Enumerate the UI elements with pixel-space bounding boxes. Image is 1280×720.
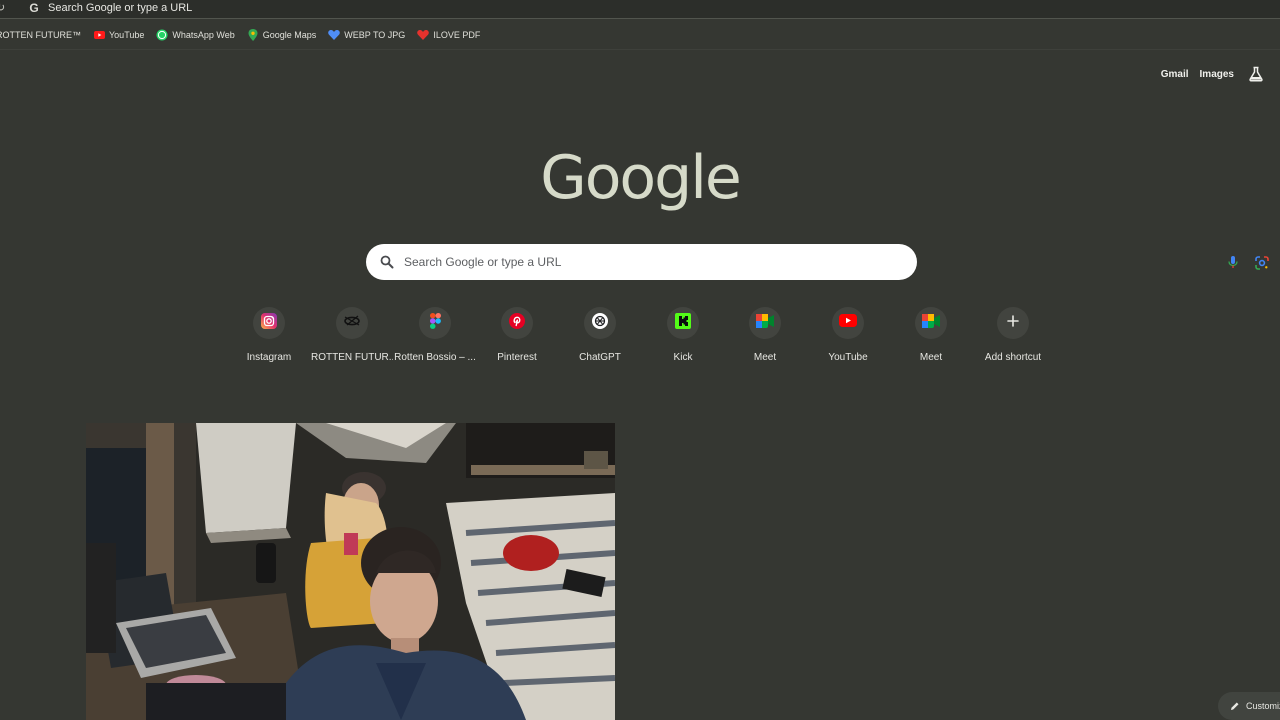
shortcut-youtube[interactable]: YouTube bbox=[807, 300, 889, 370]
shortcut-label: ROTTEN FUTUR... bbox=[311, 352, 393, 363]
toolbar-divider bbox=[0, 18, 1280, 19]
maps-pin-icon bbox=[247, 29, 259, 41]
bookmark-webp-to-jpg[interactable]: WEBP TO JPG bbox=[328, 26, 405, 44]
search-input[interactable] bbox=[402, 252, 842, 272]
bookmark-label: WhatsApp Web bbox=[172, 30, 235, 40]
shortcut-meet-1[interactable]: Meet bbox=[724, 300, 806, 370]
shortcut-rotten-future[interactable]: ROTTEN FUTUR... bbox=[311, 300, 393, 370]
labs-flask-icon[interactable] bbox=[1248, 66, 1264, 82]
shortcut-tile bbox=[501, 307, 533, 339]
search-icon bbox=[380, 255, 394, 269]
bookmarks-bar: ROTTEN FUTURE™ YouTube WhatsApp Web Goog… bbox=[0, 26, 1280, 44]
shortcut-label: Meet bbox=[919, 352, 943, 363]
bookmark-whatsapp[interactable]: WhatsApp Web bbox=[156, 26, 235, 44]
customize-label: Customize bbox=[1246, 701, 1280, 711]
bookmark-rotten-future[interactable]: ROTTEN FUTURE™ bbox=[0, 26, 81, 44]
reload-icon[interactable]: ↻ bbox=[0, 1, 6, 15]
shortcut-add[interactable]: Add shortcut bbox=[972, 300, 1054, 370]
meet-icon bbox=[922, 313, 940, 333]
bookmark-ilove-pdf[interactable]: ILOVE PDF bbox=[417, 26, 480, 44]
shortcut-label: Rotten Bossio – ... bbox=[394, 352, 476, 363]
shortcut-label: Add shortcut bbox=[984, 352, 1042, 363]
shortcut-rotten-bossio[interactable]: Rotten Bossio – ... bbox=[394, 300, 476, 370]
bookmark-label: YouTube bbox=[109, 30, 145, 40]
shortcut-label: Meet bbox=[753, 352, 777, 363]
shortcut-instagram[interactable]: Instagram bbox=[228, 300, 310, 370]
chatgpt-icon bbox=[592, 312, 608, 334]
images-link[interactable]: Images bbox=[1200, 69, 1234, 80]
search-box[interactable] bbox=[366, 244, 1269, 280]
address-bar-text[interactable]: Search Google or type a URL bbox=[48, 1, 192, 15]
bookmark-label: WEBP TO JPG bbox=[344, 30, 406, 40]
pencil-icon bbox=[1231, 702, 1239, 710]
shortcut-tile bbox=[336, 307, 368, 339]
pinterest-icon bbox=[509, 312, 525, 334]
shortcuts-grid: Instagram ROTTEN FUTUR... Rotten Bossio … bbox=[0, 300, 1280, 370]
shortcut-tile bbox=[997, 307, 1029, 339]
youtube-icon bbox=[839, 314, 857, 332]
shortcut-tile bbox=[584, 307, 616, 339]
shortcut-label: Instagram bbox=[246, 352, 292, 363]
address-bar[interactable]: ↻ G Search Google or type a URL bbox=[0, 0, 1280, 18]
instagram-icon bbox=[261, 312, 277, 334]
shortcut-tile bbox=[419, 307, 451, 339]
rotten-future-icon bbox=[343, 314, 361, 332]
bookmark-google-maps[interactable]: Google Maps bbox=[247, 26, 317, 44]
shortcut-tile bbox=[832, 307, 864, 339]
gmail-link[interactable]: Gmail bbox=[1161, 69, 1189, 80]
shortcut-label: YouTube bbox=[828, 352, 868, 363]
customize-chrome-button[interactable]: Customize bbox=[1218, 692, 1280, 720]
shortcut-label: ChatGPT bbox=[579, 352, 621, 363]
figma-icon bbox=[429, 312, 441, 334]
youtube-icon bbox=[93, 29, 105, 41]
shortcut-pinterest[interactable]: Pinterest bbox=[476, 300, 558, 370]
heart-red-icon bbox=[417, 29, 430, 41]
shortcut-chatgpt[interactable]: ChatGPT bbox=[559, 300, 641, 370]
google-logo: Google bbox=[540, 143, 742, 213]
shortcut-tile bbox=[253, 307, 285, 339]
bookmark-youtube[interactable]: YouTube bbox=[93, 26, 144, 44]
bookmark-label: ILOVE PDF bbox=[433, 30, 481, 40]
shortcut-tile bbox=[915, 307, 947, 339]
shortcut-tile bbox=[749, 307, 781, 339]
voice-search-icon[interactable] bbox=[1226, 255, 1240, 269]
lens-search-icon[interactable] bbox=[1254, 255, 1270, 271]
plus-icon bbox=[1007, 314, 1019, 332]
bookmarks-divider bbox=[0, 49, 1280, 50]
webcam-photo bbox=[86, 423, 615, 720]
bookmark-label: ROTTEN FUTURE™ bbox=[0, 30, 81, 40]
shortcut-label: Kick bbox=[673, 352, 693, 363]
bookmark-label: Google Maps bbox=[262, 30, 317, 40]
shortcut-label: Pinterest bbox=[497, 352, 537, 363]
heart-blue-icon bbox=[328, 29, 341, 41]
google-g-icon: G bbox=[29, 1, 39, 15]
shortcut-kick[interactable]: Kick bbox=[642, 300, 724, 370]
shortcut-meet-2[interactable]: Meet bbox=[890, 300, 972, 370]
header-links: Gmail Images bbox=[1150, 66, 1264, 82]
meet-icon bbox=[756, 313, 774, 333]
kick-icon bbox=[675, 312, 691, 334]
shortcut-tile bbox=[667, 307, 699, 339]
whatsapp-icon bbox=[156, 29, 168, 41]
